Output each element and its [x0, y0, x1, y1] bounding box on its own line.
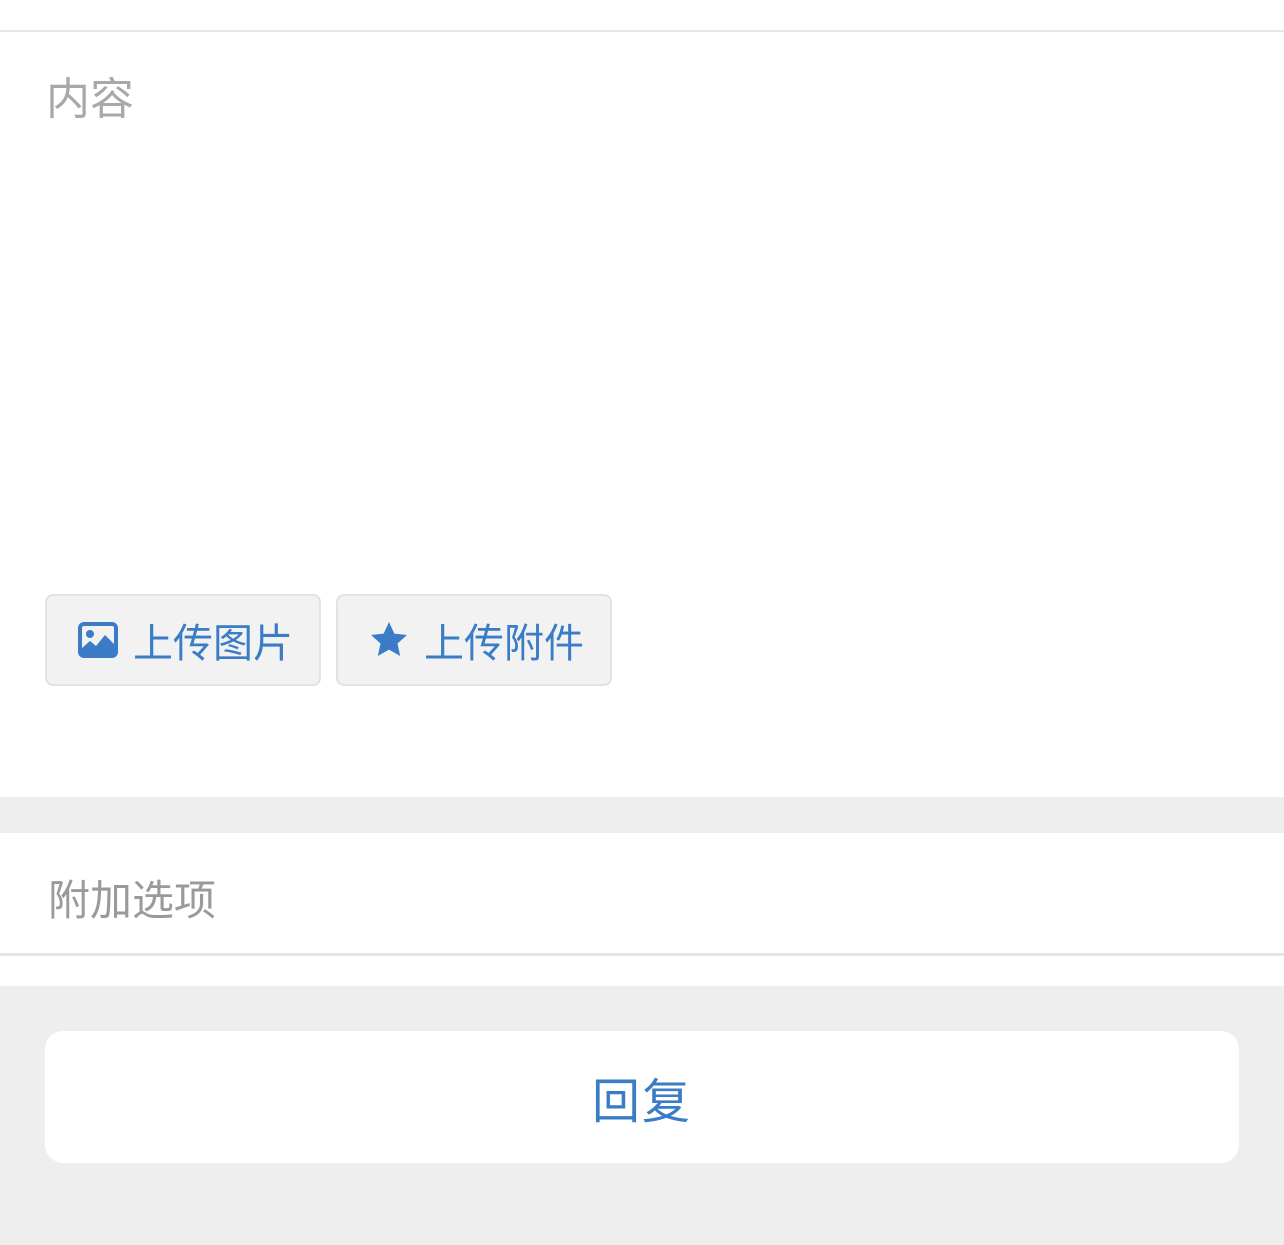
upload-attachment-button[interactable]: 上传附件: [336, 594, 612, 686]
upload-image-button[interactable]: 上传图片: [45, 594, 321, 686]
top-strip: [0, 0, 1284, 32]
content-input[interactable]: [46, 72, 1236, 552]
extra-options-row[interactable]: 附加选项: [0, 833, 1284, 956]
star-icon: [368, 619, 410, 661]
reply-label: 回复: [591, 1074, 692, 1130]
upload-attachment-label: 上传附件: [424, 621, 584, 667]
image-icon: [77, 619, 119, 661]
reply-button[interactable]: 回复: [45, 1031, 1239, 1163]
content-section: 上传图片 上传附件: [0, 32, 1284, 797]
options-strip: [0, 956, 1284, 986]
extra-options-label: 附加选项: [48, 876, 217, 925]
upload-image-label: 上传图片: [133, 621, 293, 667]
